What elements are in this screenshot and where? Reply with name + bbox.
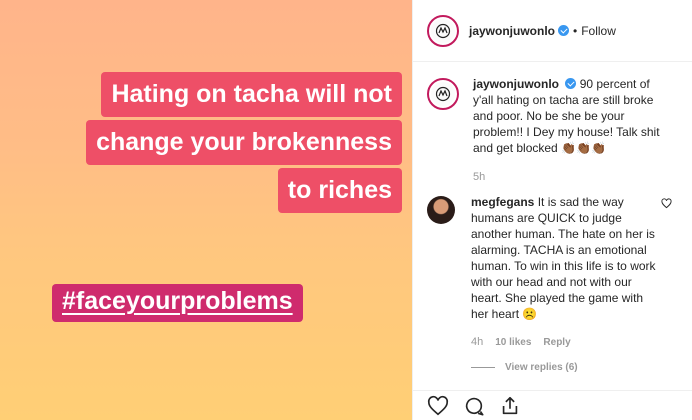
avatar[interactable] [427, 14, 459, 47]
comments-section: jaywonjuwonlo 90 percent of y'all hating… [413, 62, 692, 373]
reply-button[interactable]: Reply [543, 337, 570, 348]
header-separator: • [573, 23, 578, 38]
caption: jaywonjuwonlo 90 percent of y'all hating… [427, 76, 678, 183]
comment-like-heart-icon[interactable] [661, 198, 672, 209]
comment-meta: 4h 10 likes Reply [471, 336, 661, 348]
verified-badge-icon [558, 25, 569, 36]
avatar-logo-icon [431, 18, 455, 43]
post-header: jaywonjuwonlo • Follow [413, 0, 692, 62]
headline-text-block: Hating on tacha will not change your bro… [32, 72, 402, 216]
comment-likes[interactable]: 10 likes [495, 337, 531, 348]
caption-timestamp[interactable]: 5h [473, 171, 673, 183]
headline-line-2: change your brokenness [86, 120, 402, 165]
action-bar [413, 390, 692, 420]
comment-message: It is sad the way humans are QUICK to ju… [471, 195, 656, 321]
comment-body: megfegans It is sad the way humans are Q… [471, 194, 661, 373]
follow-button[interactable]: Follow [581, 24, 616, 38]
view-replies-button[interactable]: View replies (6) [471, 362, 661, 373]
headline-line-3: to riches [277, 168, 402, 213]
commenter-avatar[interactable] [427, 196, 455, 224]
verified-badge-icon [565, 78, 577, 89]
caption-body: jaywonjuwonlo 90 percent of y'all hating… [473, 76, 673, 183]
comment-item: megfegans It is sad the way humans are Q… [427, 194, 678, 373]
replies-divider [471, 367, 495, 368]
comment-text: megfegans It is sad the way humans are Q… [471, 194, 661, 322]
caption-username[interactable]: jaywonjuwonlo [473, 77, 559, 91]
post-image[interactable]: Hating on tacha will not change your bro… [0, 0, 412, 420]
avatar-logo-icon [431, 82, 455, 106]
view-replies-label: View replies (6) [505, 362, 578, 373]
comment-timestamp[interactable]: 4h [471, 336, 483, 348]
caption-avatar[interactable] [427, 78, 459, 110]
comment-icon[interactable] [463, 395, 485, 417]
hashtag-sticker: #faceyourproblems [52, 284, 303, 322]
headline-line-1: Hating on tacha will not [101, 72, 402, 117]
caption-text: jaywonjuwonlo 90 percent of y'all hating… [473, 76, 673, 156]
heart-icon[interactable] [427, 395, 449, 417]
post-side-panel: jaywonjuwonlo • Follow jaywonjuwonlo 90 … [412, 0, 692, 420]
header-username[interactable]: jaywonjuwonlo [469, 24, 555, 38]
comment-username[interactable]: megfegans [471, 195, 534, 209]
share-icon[interactable] [499, 395, 521, 417]
